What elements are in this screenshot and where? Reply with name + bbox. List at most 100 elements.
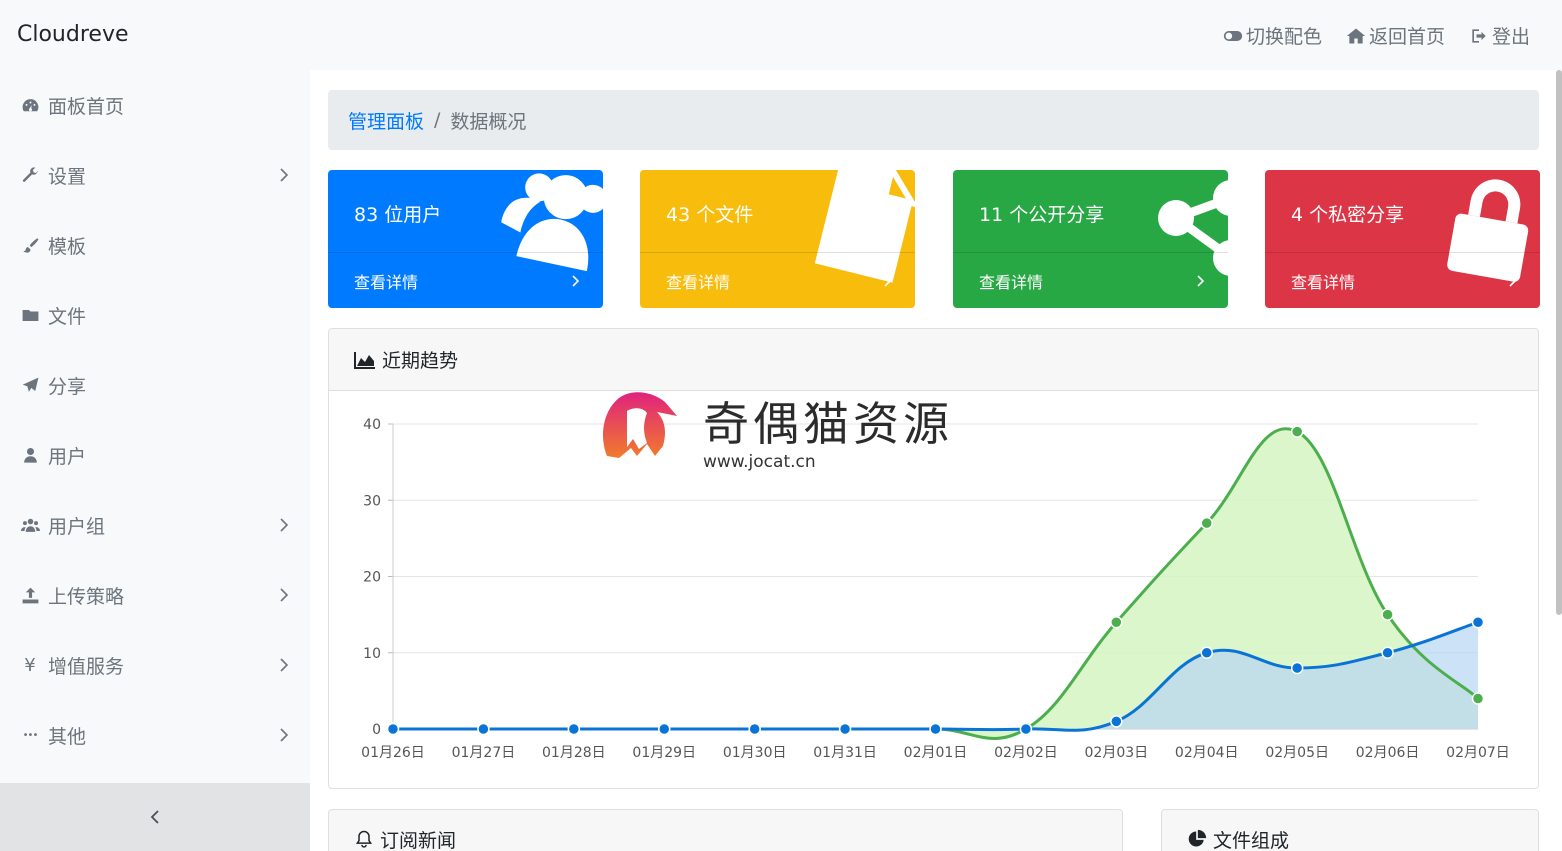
x-tick-label: 02月05日	[1265, 745, 1329, 761]
card-body: 11 个公开分享	[953, 170, 1228, 276]
stat-card-users: 83 位用户 查看详情	[328, 170, 603, 308]
chevron-right-icon	[1196, 273, 1206, 289]
sidebar-item-settings[interactable]: 设置	[0, 140, 310, 210]
sidebar-item-dashboard[interactable]: 面板首页	[0, 70, 310, 140]
sidebar-item-label: 分享	[48, 375, 87, 398]
x-tick-label: 02月04日	[1175, 745, 1239, 761]
navbar-actions: 切换配色 返回首页 登出	[1223, 22, 1530, 49]
card-footer-label: 查看详情	[1291, 272, 1356, 292]
sidebar-item-other[interactable]: ••• 其他	[0, 700, 310, 770]
sidebar-item-upload-policies[interactable]: 上传策略	[0, 560, 310, 630]
chevron-right-icon	[1508, 273, 1518, 289]
toggle-icon	[1223, 30, 1243, 41]
card-footer-label: 查看详情	[354, 272, 419, 292]
card-title: 11 个公开分享	[979, 204, 1105, 226]
sidebar-item-label: 其他	[48, 725, 87, 748]
bell-icon	[355, 830, 373, 848]
back-home-link[interactable]: 返回首页	[1346, 22, 1445, 49]
panel-title: 近期趋势	[382, 350, 459, 372]
data-point	[929, 722, 942, 736]
watermark-url: www.jocat.cn	[703, 452, 816, 472]
breadcrumb-root-link[interactable]: 管理面板	[348, 107, 424, 134]
data-point	[1290, 425, 1304, 438]
card-details-link[interactable]: 查看详情	[640, 252, 915, 308]
x-tick-label: 02月02日	[994, 745, 1058, 761]
sidebar-item-label: 模板	[48, 235, 87, 258]
main-content: 管理面板 / 数据概况 83 位用户 查看详情 43 个文件 查看详情 11 个…	[310, 70, 1562, 851]
stat-card-public-shares: 11 个公开分享 查看详情	[953, 170, 1228, 308]
data-point	[748, 722, 761, 736]
card-details-link[interactable]: 查看详情	[953, 252, 1228, 308]
x-tick-label: 01月29日	[632, 745, 696, 761]
brush-icon	[20, 235, 40, 255]
folder-icon	[20, 305, 40, 325]
x-tick-label: 01月26日	[361, 745, 425, 761]
breadcrumb: 管理面板 / 数据概况	[328, 90, 1539, 150]
x-tick-label: 01月27日	[452, 745, 516, 761]
x-tick-label: 01月30日	[723, 745, 787, 761]
x-tick-label: 01月28日	[542, 745, 606, 761]
data-point	[1019, 722, 1033, 736]
chevron-right-icon	[571, 273, 581, 289]
data-point	[1471, 616, 1485, 629]
top-navbar: Cloudreve 切换配色 返回首页 登出	[0, 0, 1562, 70]
data-point	[1110, 616, 1123, 629]
card-footer-label: 查看详情	[666, 272, 731, 292]
stat-card-files: 43 个文件 查看详情	[640, 170, 915, 308]
sidebar-item-shares[interactable]: 分享	[0, 350, 310, 420]
theme-toggle-link[interactable]: 切换配色	[1223, 22, 1322, 49]
x-tick-label: 02月01日	[904, 745, 968, 761]
users-icon	[20, 515, 40, 535]
chevron-right-icon	[278, 165, 290, 185]
logout-label: 登出	[1491, 26, 1530, 48]
data-point	[1471, 692, 1485, 705]
data-point	[567, 722, 581, 736]
sidebar-item-label: 增值服务	[48, 655, 125, 678]
sidebar-item-label: 设置	[48, 165, 87, 188]
card-details-link[interactable]: 查看详情	[328, 252, 603, 308]
sidebar-item-files[interactable]: 文件	[0, 280, 310, 350]
x-tick-label: 02月03日	[1085, 745, 1149, 761]
scrollbar[interactable]	[1556, 70, 1562, 615]
panel-title: 文件组成	[1213, 829, 1290, 851]
x-tick-label: 02月07日	[1446, 745, 1510, 761]
sidebar-item-user-groups[interactable]: 用户组	[0, 490, 310, 560]
card-title: 4 个私密分享	[1291, 204, 1405, 226]
sign-out-icon	[1472, 28, 1486, 43]
yen-icon: ¥	[24, 654, 36, 676]
y-tick-label: 30	[363, 493, 381, 509]
chevron-left-icon	[150, 810, 159, 824]
upload-icon	[20, 585, 40, 605]
sidebar-item-value-added[interactable]: ¥ 增值服务	[0, 630, 310, 700]
card-details-link[interactable]: 查看详情	[1265, 252, 1540, 308]
home-icon	[1346, 28, 1366, 43]
y-tick-label: 10	[363, 646, 381, 662]
data-point	[1200, 516, 1213, 530]
data-point	[1381, 646, 1394, 659]
x-tick-label: 02月06日	[1356, 745, 1420, 761]
data-point	[658, 722, 671, 736]
panel-title: 订阅新闻	[380, 829, 457, 851]
chevron-right-icon	[883, 273, 893, 289]
sidebar-item-label: 上传策略	[48, 585, 125, 608]
chevron-right-icon	[278, 515, 290, 535]
card-body: 83 位用户	[328, 170, 603, 272]
data-point	[477, 722, 490, 736]
sidebar-item-label: 用户	[48, 445, 87, 468]
y-tick-label: 40	[363, 417, 381, 433]
data-point	[838, 722, 852, 736]
chevron-right-icon	[278, 585, 290, 605]
app-brand[interactable]: Cloudreve	[17, 22, 129, 47]
card-title: 83 位用户	[354, 204, 442, 226]
logout-link[interactable]: 登出	[1469, 22, 1530, 49]
sidebar-item-templates[interactable]: 模板	[0, 210, 310, 280]
x-tick-label: 01月31日	[813, 745, 877, 761]
data-point	[386, 722, 400, 736]
sidebar-item-users[interactable]: 用户	[0, 420, 310, 490]
ellipsis-icon: •••	[22, 729, 39, 741]
sidebar: 面板首页 设置 模板 文件 分享 用户 用户组 上传策略 ¥ 增值服务 ••• …	[0, 70, 310, 783]
theme-toggle-label: 切换配色	[1245, 26, 1322, 48]
breadcrumb-current: 数据概况	[450, 110, 527, 133]
sidebar-collapse-button[interactable]	[0, 783, 310, 851]
sidebar-item-label: 面板首页	[48, 95, 125, 118]
